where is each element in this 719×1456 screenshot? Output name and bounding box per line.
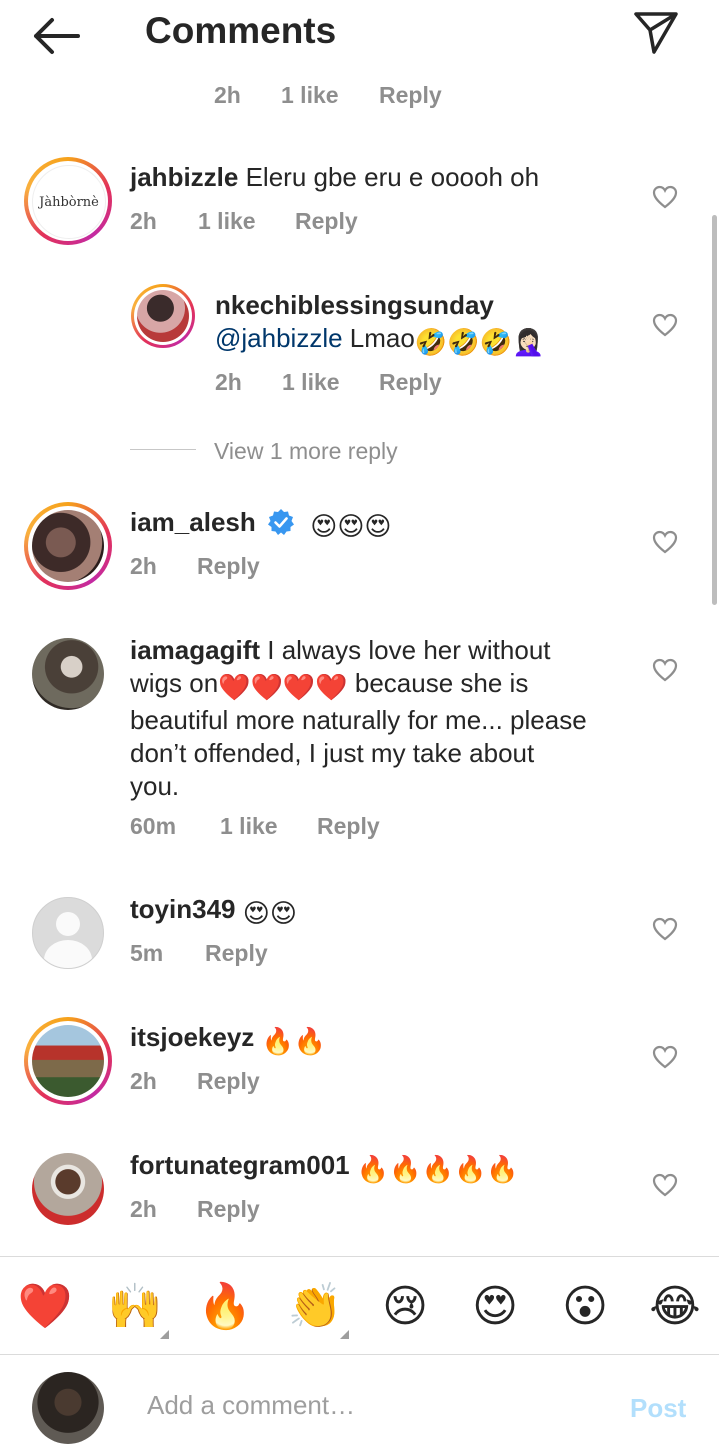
reply-button[interactable]: Reply <box>317 813 380 840</box>
reaction-fire-button[interactable]: 🔥 <box>197 1279 253 1335</box>
reply-button[interactable]: Reply <box>205 940 268 967</box>
reaction-heart-eyes-button[interactable]: 😍 <box>467 1279 523 1335</box>
comment-username[interactable]: iam_alesh <box>130 507 256 537</box>
comment-username[interactable]: jahbizzle <box>130 162 238 192</box>
header-bar: Comments <box>0 0 719 70</box>
page-title: Comments <box>145 10 337 51</box>
comment-text-line: I always love her without <box>267 635 551 665</box>
avatar[interactable] <box>32 1153 104 1225</box>
comment-text: Eleru gbe eru e ooooh oh <box>245 162 540 192</box>
view-more-label[interactable]: View 1 more reply <box>214 438 398 465</box>
comment-time: 2h <box>130 208 157 234</box>
post-button[interactable]: Post <box>630 1393 686 1424</box>
reply-button[interactable]: Reply <box>379 82 442 109</box>
reaction-laugh-button[interactable]: 😂 <box>647 1279 703 1335</box>
comment-username[interactable]: fortunategram001 <box>130 1150 350 1180</box>
comment-username[interactable]: iamagagift <box>130 635 260 665</box>
comment-time: 2h <box>130 1196 157 1222</box>
mention-link[interactable]: @jahbizzle <box>215 323 343 353</box>
arrow-left-icon[interactable] <box>30 14 82 58</box>
comment-username[interactable]: toyin349 <box>130 894 236 924</box>
avatar[interactable] <box>137 290 189 342</box>
comment-text-line: wigs on <box>130 668 219 698</box>
comment-emojis: 😍😍 <box>242 898 297 928</box>
comment-time: 60m <box>130 813 177 839</box>
scrollbar[interactable] <box>712 215 717 605</box>
comment-emojis: ❤️❤️❤️❤️ <box>218 672 348 702</box>
comment-username[interactable]: nkechiblessingsunday <box>215 289 494 322</box>
reaction-heart-button[interactable]: ❤️ <box>17 1279 73 1335</box>
comment-likes[interactable]: 1 like <box>220 813 278 840</box>
comment-username[interactable]: itsjoekeyz <box>130 1022 254 1052</box>
current-user-avatar <box>32 1372 104 1444</box>
avatar[interactable] <box>32 510 104 582</box>
heart-outline-icon[interactable] <box>652 313 678 337</box>
heart-outline-icon[interactable] <box>652 1045 678 1069</box>
heart-outline-icon[interactable] <box>652 530 678 554</box>
verified-badge-icon <box>267 509 294 535</box>
comment-emojis: 🔥🔥 <box>261 1026 327 1056</box>
avatar-logo-text: Jàhbòrnè <box>39 194 99 210</box>
comment-likes[interactable]: 1 like <box>282 369 340 396</box>
reaction-raised-hands-button[interactable]: 🙌 <box>107 1279 163 1335</box>
avatar[interactable] <box>32 1025 104 1097</box>
comment-input[interactable] <box>145 1389 589 1422</box>
skin-tone-indicator-icon <box>160 1330 169 1339</box>
comment-emojis: 😍😍😍 <box>310 511 392 541</box>
comment-time: 2h <box>214 82 241 108</box>
avatar[interactable]: Jàhbòrnè <box>32 165 106 239</box>
divider-line <box>130 449 196 450</box>
comment-text: Lmao <box>349 323 415 353</box>
comment-text-line: because she is <box>354 668 529 698</box>
quick-reactions-bar: ❤️ 🙌 🔥 👏 😢 😍 😮 😂 <box>0 1256 719 1355</box>
reaction-clap-button[interactable]: 👏 <box>287 1279 343 1335</box>
reaction-wow-button[interactable]: 😮 <box>557 1279 613 1335</box>
reply-button[interactable]: Reply <box>197 1196 260 1223</box>
reaction-cry-button[interactable]: 😢 <box>377 1279 433 1335</box>
heart-outline-icon[interactable] <box>652 1173 678 1197</box>
reply-button[interactable]: Reply <box>197 553 260 580</box>
comment-time: 2h <box>130 1068 157 1094</box>
comment-emojis: 🔥🔥🔥🔥🔥 <box>356 1154 519 1184</box>
comment-emojis: 🤣🤣🤣🤦🏻‍♀️ <box>414 327 545 357</box>
reply-button[interactable]: Reply <box>197 1068 260 1095</box>
comment-text-line: beautiful more naturally for me... pleas… <box>130 705 587 735</box>
comment-time: 2h <box>215 369 242 395</box>
comment-text-line: don’t offended, I just my take about <box>130 738 535 768</box>
comment-likes[interactable]: 1 like <box>281 82 339 109</box>
reply-button[interactable]: Reply <box>379 369 442 396</box>
comment-composer: Post <box>0 1354 719 1456</box>
avatar-placeholder[interactable] <box>32 897 104 969</box>
skin-tone-indicator-icon <box>340 1330 349 1339</box>
heart-outline-icon[interactable] <box>652 658 678 682</box>
comment-likes[interactable]: 1 like <box>198 208 256 235</box>
paper-plane-icon[interactable] <box>632 10 680 56</box>
heart-outline-icon[interactable] <box>652 185 678 209</box>
comment-text-line: you. <box>130 771 180 801</box>
avatar[interactable] <box>32 638 104 710</box>
heart-outline-icon[interactable] <box>652 917 678 941</box>
comment-time: 5m <box>130 940 164 966</box>
reply-button[interactable]: Reply <box>295 208 358 235</box>
comment-time: 2h <box>130 553 157 579</box>
